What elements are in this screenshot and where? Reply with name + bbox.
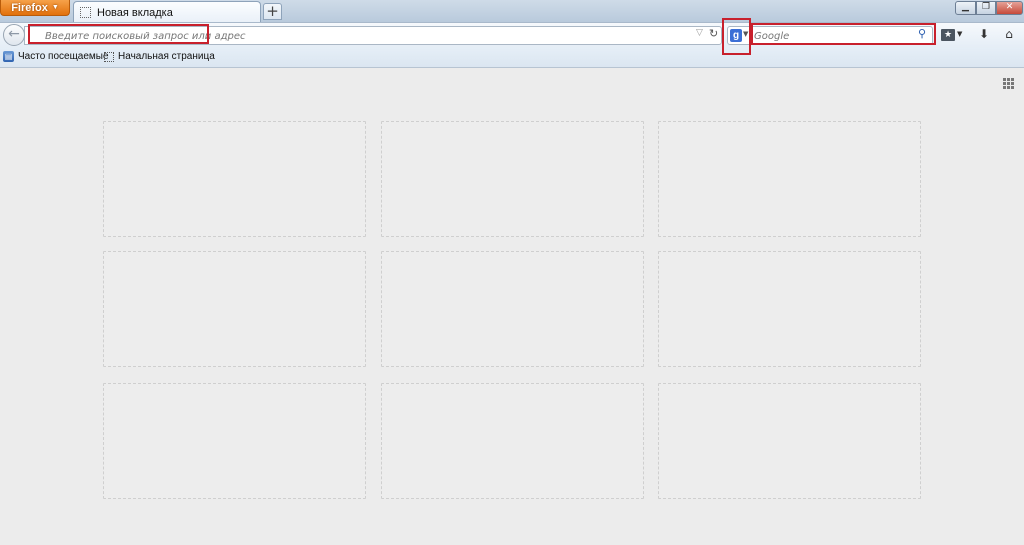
blank-page-icon xyxy=(80,7,91,18)
history-dropdown-icon[interactable]: ▽ xyxy=(696,28,703,38)
search-input[interactable] xyxy=(752,28,916,45)
reload-icon[interactable]: ↻ xyxy=(709,27,718,40)
thumbnail-tile[interactable] xyxy=(381,121,644,237)
google-engine-icon[interactable]: g xyxy=(730,29,742,42)
bookmarks-menu-icon[interactable]: ★ xyxy=(941,29,955,41)
thumbnail-tile[interactable] xyxy=(658,121,921,237)
thumbnail-tile[interactable] xyxy=(103,121,366,237)
tab-label: Новая вкладка xyxy=(97,6,173,19)
thumbnail-tile[interactable] xyxy=(381,383,644,499)
tab-new-tab[interactable]: Новая вкладка xyxy=(73,1,261,23)
minimize-button[interactable]: ▁ xyxy=(955,1,976,15)
url-input[interactable] xyxy=(43,28,687,45)
url-bar[interactable]: ▽ ↻ xyxy=(24,26,722,45)
bookmark-start-page[interactable]: Начальная страница xyxy=(104,51,215,62)
chevron-down-icon[interactable]: ▼ xyxy=(743,30,748,38)
firefox-menu-button[interactable]: Firefox ▼ xyxy=(0,0,70,16)
title-bar: Firefox ▼ Новая вкладка + ▁ ❐ ✕ xyxy=(0,0,1024,23)
download-arrow-icon[interactable]: ⬇ xyxy=(977,27,991,41)
home-icon[interactable]: ⌂ xyxy=(1001,27,1017,41)
new-tab-page xyxy=(0,68,1024,545)
chevron-down-icon: ▼ xyxy=(51,4,59,11)
bookmark-label: Начальная страница xyxy=(118,51,215,62)
grid-icon[interactable] xyxy=(1003,78,1014,89)
folder-icon: ▤ xyxy=(3,51,14,62)
chevron-down-icon[interactable]: ▼ xyxy=(957,30,962,38)
bookmark-label: Часто посещаемые xyxy=(18,51,109,62)
back-button[interactable]: ← xyxy=(3,24,25,46)
blank-page-icon xyxy=(104,51,114,62)
restore-button[interactable]: ❐ xyxy=(976,1,996,15)
back-arrow-icon: ← xyxy=(8,26,20,42)
thumbnail-tile[interactable] xyxy=(103,251,366,367)
search-bar[interactable]: g ▼ ⚲ xyxy=(727,26,933,45)
firefox-menu-label: Firefox xyxy=(11,1,48,14)
thumbnail-tile[interactable] xyxy=(103,383,366,499)
new-tab-button[interactable]: + xyxy=(263,3,282,20)
thumbnail-tile[interactable] xyxy=(381,251,644,367)
navigation-toolbar: ▽ ↻ ← g ▼ ⚲ ★ ▼ ⬇ ⌂ xyxy=(0,22,1024,49)
thumbnail-tile[interactable] xyxy=(658,383,921,499)
bookmarks-toolbar: ▤ Часто посещаемые Начальная страница xyxy=(0,48,1024,68)
bookmark-most-visited[interactable]: ▤ Часто посещаемые xyxy=(3,51,109,62)
magnifier-icon[interactable]: ⚲ xyxy=(918,27,926,40)
thumbnail-tile[interactable] xyxy=(658,251,921,367)
close-window-button[interactable]: ✕ xyxy=(996,1,1023,15)
